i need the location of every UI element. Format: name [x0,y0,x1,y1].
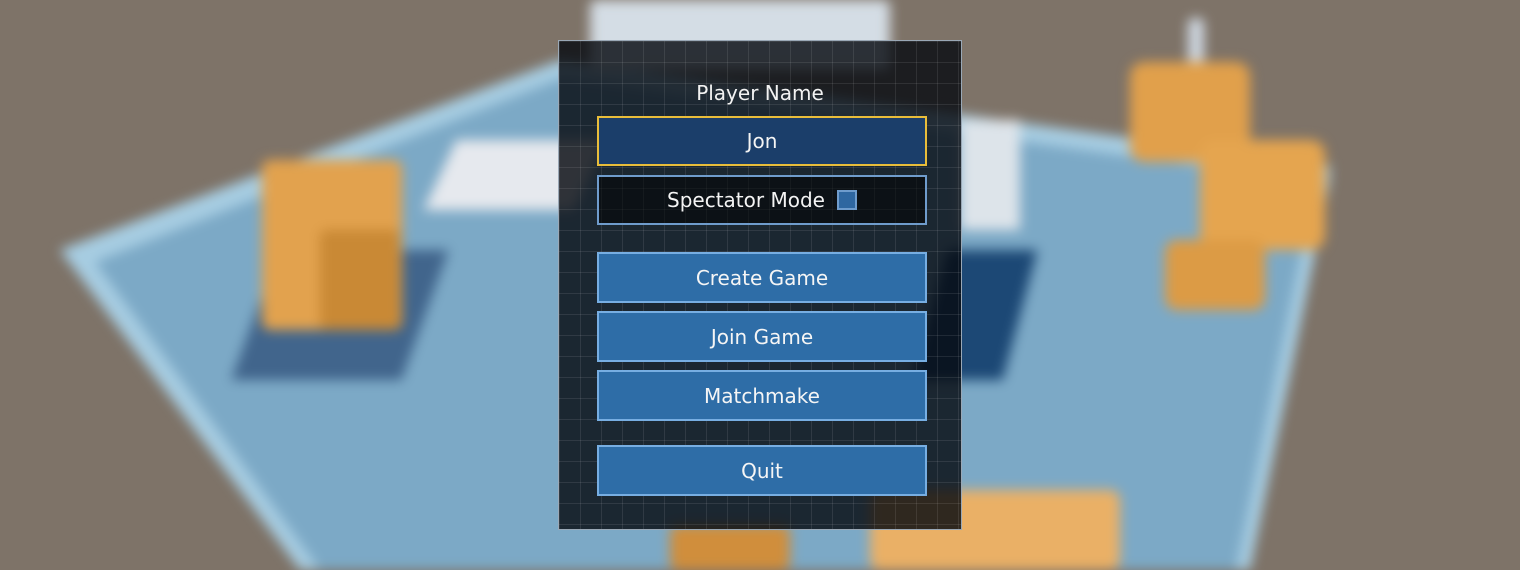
matchmake-button[interactable]: Matchmake [597,370,927,421]
quit-button[interactable]: Quit [597,445,927,496]
spectator-mode-toggle[interactable]: Spectator Mode [597,175,927,225]
player-name-input[interactable]: Jon [597,116,927,166]
orange-cube [670,525,790,570]
white-pillar [960,120,1020,230]
spectator-mode-checkbox[interactable] [836,190,857,210]
orange-cube [1165,240,1265,310]
player-name-label: Player Name [696,81,824,105]
orange-cube-side [320,230,400,330]
orange-cube [1200,140,1325,250]
spectator-mode-label: Spectator Mode [667,188,825,212]
main-menu-panel: Player Name Jon Spectator Mode Create Ga… [558,40,962,530]
create-game-button[interactable]: Create Game [597,252,927,303]
join-game-button[interactable]: Join Game [597,311,927,362]
player-name-value: Jon [746,129,778,153]
